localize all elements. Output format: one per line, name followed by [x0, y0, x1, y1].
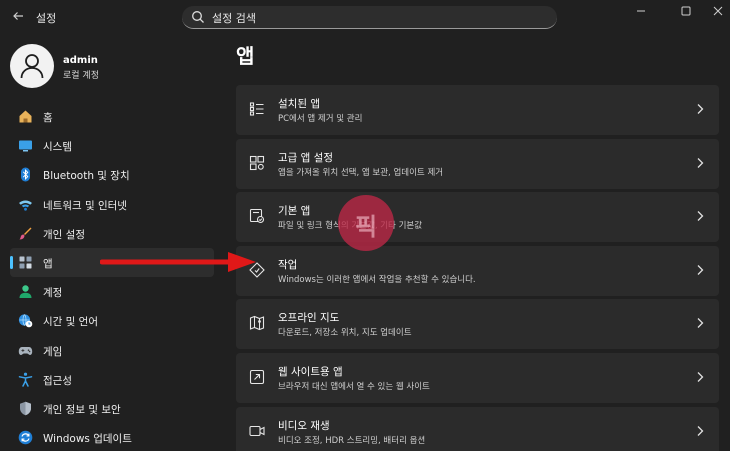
sidebar-item-accessibility[interactable]: 접근성 [10, 365, 214, 394]
advanced-apps-icon [249, 155, 265, 170]
chevron-right-icon [697, 264, 704, 275]
sidebar-item-label: Bluetooth 및 장치 [43, 170, 130, 183]
sidebar-item-label: 게임 [43, 345, 63, 358]
card-title: 작업 [278, 258, 298, 271]
card-title: 비디오 재생 [278, 419, 330, 432]
sidebar-item-label: Windows 업데이트 [43, 433, 132, 446]
sidebar-item-label: 시스템 [43, 141, 72, 154]
sidebar-item-label: 계정 [43, 287, 63, 300]
sidebar-nav: 홈 시스템 Bluetooth 및 장치 네트워크 및 인터넷 개인 설정 앱 … [10, 102, 214, 451]
card-actions[interactable]: 작업 Windows는 이러한 앱에서 작업을 추천할 수 있습니다. [236, 245, 719, 296]
sidebar-item-label: 네트워크 및 인터넷 [43, 199, 127, 212]
card-subtitle: 앱을 가져올 위치 선택, 앱 보관, 업데이트 제거 [278, 167, 444, 178]
sidebar-item-bluetooth[interactable]: Bluetooth 및 장치 [10, 160, 214, 189]
accessibility-icon [18, 372, 33, 387]
sidebar-item-accounts[interactable]: 계정 [10, 277, 214, 306]
default-apps-icon [249, 209, 265, 224]
open-external-icon [249, 369, 265, 385]
sidebar-item-label: 홈 [43, 112, 53, 124]
chevron-right-icon [697, 157, 704, 168]
map-icon [249, 316, 265, 331]
gamepad-icon [18, 346, 33, 355]
home-icon [19, 110, 32, 123]
card-title: 웹 사이트용 앱 [278, 365, 343, 378]
chevron-right-icon [697, 104, 704, 114]
sidebar-item-system[interactable]: 시스템 [10, 131, 214, 160]
sidebar-item-network[interactable]: 네트워크 및 인터넷 [10, 190, 214, 219]
page-title: 앱 [236, 44, 255, 68]
chevron-right-icon [697, 425, 704, 436]
bluetooth-icon [21, 167, 30, 182]
watermark-text: 픽 [354, 213, 378, 241]
minimize-icon[interactable] [631, 4, 651, 20]
sidebar-item-gaming[interactable]: 게임 [10, 336, 214, 365]
active-indicator [10, 255, 13, 269]
annotation-arrow [100, 252, 256, 272]
watermark-logo: 픽 [338, 195, 394, 251]
account-type: 로컬 계정 [63, 71, 99, 81]
update-icon [18, 430, 33, 445]
chevron-right-icon [697, 318, 704, 329]
wifi-icon [19, 200, 32, 211]
card-advanced-app-settings[interactable]: 고급 앱 설정 앱을 가져올 위치 선택, 앱 보관, 업데이트 제거 [236, 138, 719, 189]
sidebar-item-time-language[interactable]: 시간 및 언어 [10, 306, 214, 335]
search-input[interactable]: 설정 검색 [212, 10, 256, 26]
sidebar-item-label: 개인 설정 [43, 228, 85, 241]
sidebar-item-label: 시간 및 언어 [43, 316, 98, 329]
monitor-icon [19, 140, 32, 152]
brush-icon [19, 227, 32, 240]
app-title: 설정 [36, 12, 57, 25]
card-subtitle: 다운로드, 저장소 위치, 지도 업데이트 [278, 328, 412, 339]
search-icon [192, 11, 204, 23]
card-subtitle: Windows는 이러한 앱에서 작업을 추천할 수 있습니다. [278, 274, 476, 285]
card-title: 기본 앱 [278, 205, 311, 218]
sidebar-item-label: 접근성 [43, 374, 72, 387]
user-icon [20, 54, 44, 79]
title-bar: 설정 설정 검색 [0, 0, 730, 36]
card-subtitle: PC에서 앱 제거 및 관리 [278, 114, 363, 124]
card-title: 설치된 앱 [278, 98, 320, 110]
sidebar-item-home[interactable]: 홈 [10, 102, 214, 131]
shield-icon [20, 401, 31, 416]
card-title: 오프라인 지도 [278, 312, 340, 325]
globe-clock-icon [18, 314, 33, 328]
card-video-playback[interactable]: 비디오 재생 비디오 조정, HDR 스트리밍, 배터리 옵션 [236, 406, 719, 451]
chevron-right-icon [697, 211, 704, 222]
installed-apps-icon [249, 102, 264, 116]
person-icon [19, 285, 32, 299]
user-name: admin [63, 55, 98, 66]
maximize-icon[interactable] [676, 4, 696, 20]
card-installed-apps[interactable]: 설치된 앱 PC에서 앱 제거 및 관리 [236, 85, 719, 135]
card-subtitle: 비디오 조정, HDR 스트리밍, 배터리 옵션 [278, 435, 426, 446]
card-subtitle: 브라우저 대신 앱에서 열 수 있는 웹 사이트 [278, 381, 430, 392]
chevron-right-icon [697, 372, 704, 382]
sidebar-item-personalization[interactable]: 개인 설정 [10, 219, 214, 248]
video-icon [249, 425, 265, 436]
card-title: 고급 앱 설정 [278, 151, 333, 164]
card-offline-maps[interactable]: 오프라인 지도 다운로드, 저장소 위치, 지도 업데이트 [236, 299, 719, 350]
back-arrow-icon[interactable] [8, 8, 28, 28]
apps-icon [19, 256, 32, 269]
sidebar-item-windows-update[interactable]: Windows 업데이트 [10, 423, 214, 451]
card-default-apps[interactable]: 기본 앱 파일 및 링크 형식의 기본값, 기타 기본값 [236, 192, 719, 243]
sidebar-item-label: 개인 정보 및 보안 [43, 403, 121, 416]
avatar[interactable] [10, 44, 54, 88]
settings-card-list: 설치된 앱 PC에서 앱 제거 및 관리 고급 앱 설정 앱을 가져올 위치 선… [236, 85, 719, 451]
sidebar-item-privacy-security[interactable]: 개인 정보 및 보안 [10, 394, 214, 423]
card-apps-for-websites[interactable]: 웹 사이트용 앱 브라우저 대신 앱에서 열 수 있는 웹 사이트 [236, 352, 719, 403]
close-icon[interactable] [708, 4, 728, 20]
search-box[interactable]: 설정 검색 [182, 6, 557, 29]
sidebar-item-label: 앱 [43, 257, 53, 270]
